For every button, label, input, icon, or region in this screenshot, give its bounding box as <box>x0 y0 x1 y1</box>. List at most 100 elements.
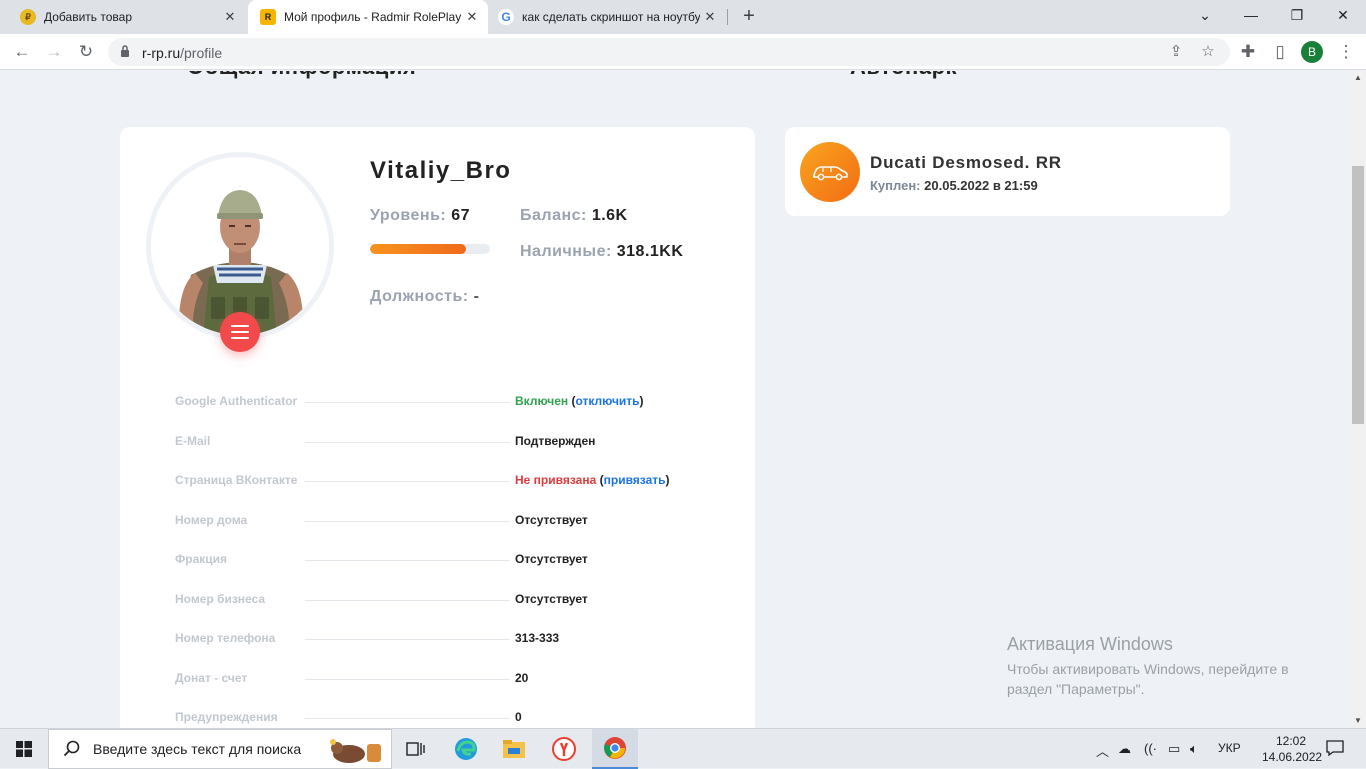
system-clock[interactable]: 12:02 14.06.2022 <box>1262 733 1323 765</box>
info-label: E-Mail <box>175 434 211 448</box>
character-avatar-image <box>151 157 329 335</box>
tab-add-product[interactable]: ₽ Добавить товар ✕ <box>0 0 246 34</box>
row-divider <box>305 718 510 719</box>
close-tab-icon[interactable]: ✕ <box>462 9 482 25</box>
side-panel-icon[interactable]: ▯ <box>1266 38 1294 66</box>
disable-2fa-link[interactable]: отключить <box>575 394 639 408</box>
back-button[interactable]: ← <box>8 38 36 66</box>
info-value: Подтвержден <box>515 434 596 448</box>
cash-label: Наличные: <box>520 243 612 260</box>
forward-button[interactable]: → <box>40 38 68 66</box>
close-tab-icon[interactable]: ✕ <box>700 9 720 25</box>
level-value: 67 <box>451 207 470 224</box>
scroll-down-arrow-icon[interactable]: ▼ <box>1350 714 1366 728</box>
info-row-email: E-Mail Подтвержден <box>175 432 695 452</box>
browser-toolbar: ← → ↻ r-rp.ru/profile ⇪ ☆ ✚ ▯ B ⋮ <box>0 34 1366 70</box>
scrollbar-thumb[interactable] <box>1352 166 1364 424</box>
row-divider <box>305 600 510 601</box>
new-tab-button[interactable]: + <box>738 5 760 27</box>
info-value: 313-333 <box>515 631 560 645</box>
bookmark-star-icon[interactable]: ☆ <box>1198 42 1218 62</box>
profile-avatar-button[interactable]: B <box>1301 41 1323 63</box>
watermark-line-2: раздел "Параметры". <box>1007 681 1145 697</box>
start-button[interactable] <box>0 729 48 769</box>
taskbar-search-input[interactable]: Введите здесь текст для поиска <box>48 729 392 769</box>
info-label: Номер дома <box>175 513 248 527</box>
task-view-icon[interactable] <box>396 729 436 769</box>
search-placeholder: Введите здесь текст для поиска <box>93 741 302 757</box>
chrome-taskbar-icon[interactable] <box>592 729 638 769</box>
yandex-browser-icon[interactable] <box>544 729 584 769</box>
volume-icon[interactable]: 🔈︎ <box>1190 741 1198 757</box>
close-tab-icon[interactable]: ✕ <box>220 9 240 25</box>
notifications-icon[interactable] <box>1326 739 1344 760</box>
info-value: Включен (отключить) <box>515 394 644 408</box>
google-g-icon: G <box>498 9 514 25</box>
info-value: 0 <box>515 710 522 724</box>
vehicle-card[interactable]: Ducati Desmosed. RR Куплен: 20.05.2022 в… <box>785 127 1230 216</box>
extensions-puzzle-icon[interactable]: ✚ <box>1234 38 1262 66</box>
wifi-icon[interactable]: ((· <box>1144 741 1157 756</box>
info-value: Не привязана (привязать) <box>515 473 670 487</box>
profile-menu-button[interactable] <box>220 312 260 352</box>
level-label: Уровень: <box>370 207 447 224</box>
battery-icon[interactable]: ▭ <box>1168 741 1180 757</box>
level-progress-bar <box>370 244 490 254</box>
player-nickname: Vitaliy_Bro <box>370 157 512 184</box>
car-icon <box>813 166 848 181</box>
minimize-button[interactable]: — <box>1228 0 1274 30</box>
close-window-button[interactable]: ✕ <box>1320 0 1366 30</box>
edge-browser-icon[interactable] <box>446 729 486 769</box>
link-vk-link[interactable]: привязать <box>604 473 666 487</box>
reload-button[interactable]: ↻ <box>72 38 100 66</box>
show-hidden-icons-chevron-icon[interactable]: ︿ <box>1096 741 1109 760</box>
info-row-google-auth: Google Authenticator Включен (отключить) <box>175 392 695 412</box>
tab-search-chevron-icon[interactable]: ⌄ <box>1182 0 1228 30</box>
position-label: Должность: <box>370 288 469 305</box>
url-text: r-rp.ru/profile <box>142 45 223 61</box>
restore-button[interactable]: ❐ <box>1274 0 1320 30</box>
menu-bar <box>231 331 249 333</box>
row-divider <box>305 442 510 443</box>
site-coin-icon: ₽ <box>20 9 36 25</box>
tab-title: Мой профиль - Radmir RolePlay <box>284 10 462 24</box>
tab-google-search[interactable]: G как сделать скриншот на ноутбу ✕ <box>490 0 726 34</box>
info-label: Google Authenticator <box>175 394 298 408</box>
row-divider <box>305 560 510 561</box>
info-row-vk: Страница ВКонтакте Не привязана (привяза… <box>175 471 695 491</box>
info-label: Номер телефона <box>175 631 276 645</box>
scroll-up-arrow-icon[interactable]: ▲ <box>1350 71 1366 85</box>
watermark-title: Активация Windows <box>1007 634 1173 654</box>
level-progress-fill <box>370 244 466 254</box>
clock-date: 14.06.2022 <box>1262 750 1323 764</box>
file-explorer-icon[interactable] <box>494 729 534 769</box>
cash-stat: Наличные: 318.1KK <box>520 243 683 261</box>
section-title-garage: Автопарк <box>850 71 957 80</box>
info-label: Предупреждения <box>175 710 278 724</box>
tab-my-profile[interactable]: R Мой профиль - Radmir RolePlay ✕ <box>248 0 488 34</box>
row-divider <box>305 639 510 640</box>
row-divider <box>305 481 510 482</box>
tab-title: Добавить товар <box>44 10 132 24</box>
info-row-warnings: Предупреждения 0 <box>175 708 695 728</box>
windows-taskbar: Введите здесь текст для поиска ︿ ☁ ((· ▭… <box>0 728 1366 769</box>
info-label: Донат - счет <box>175 671 248 685</box>
profile-card: Vitaliy_Bro Уровень: 67 Баланс: 1.6K Нал… <box>120 127 755 728</box>
vehicle-name: Ducati Desmosed. RR <box>870 153 1062 172</box>
share-icon[interactable]: ⇪ <box>1166 42 1186 62</box>
address-bar[interactable]: r-rp.ru/profile ⇪ ☆ <box>108 38 1230 66</box>
page-scrollbar[interactable]: ▲ ▼ <box>1350 71 1366 728</box>
info-row-donate: Донат - счет 20 <box>175 669 695 689</box>
position-value: - <box>473 288 480 305</box>
info-label: Фракция <box>175 552 228 566</box>
page-content: Общая информация Автопарк <box>0 71 1350 728</box>
chrome-menu-icon[interactable]: ⋮ <box>1332 38 1360 66</box>
windows-activation-watermark: Активация Windows Чтобы активировать Win… <box>1007 634 1289 699</box>
watermark-line-1: Чтобы активировать Windows, перейдите в <box>1007 661 1289 677</box>
lock-icon <box>121 45 129 57</box>
input-language[interactable]: УКР <box>1218 741 1241 755</box>
section-title-general-info: Общая информация <box>187 71 416 80</box>
radmir-logo-icon: R <box>260 9 276 25</box>
menu-bar <box>231 337 249 339</box>
onedrive-cloud-icon[interactable]: ☁ <box>1118 741 1131 757</box>
